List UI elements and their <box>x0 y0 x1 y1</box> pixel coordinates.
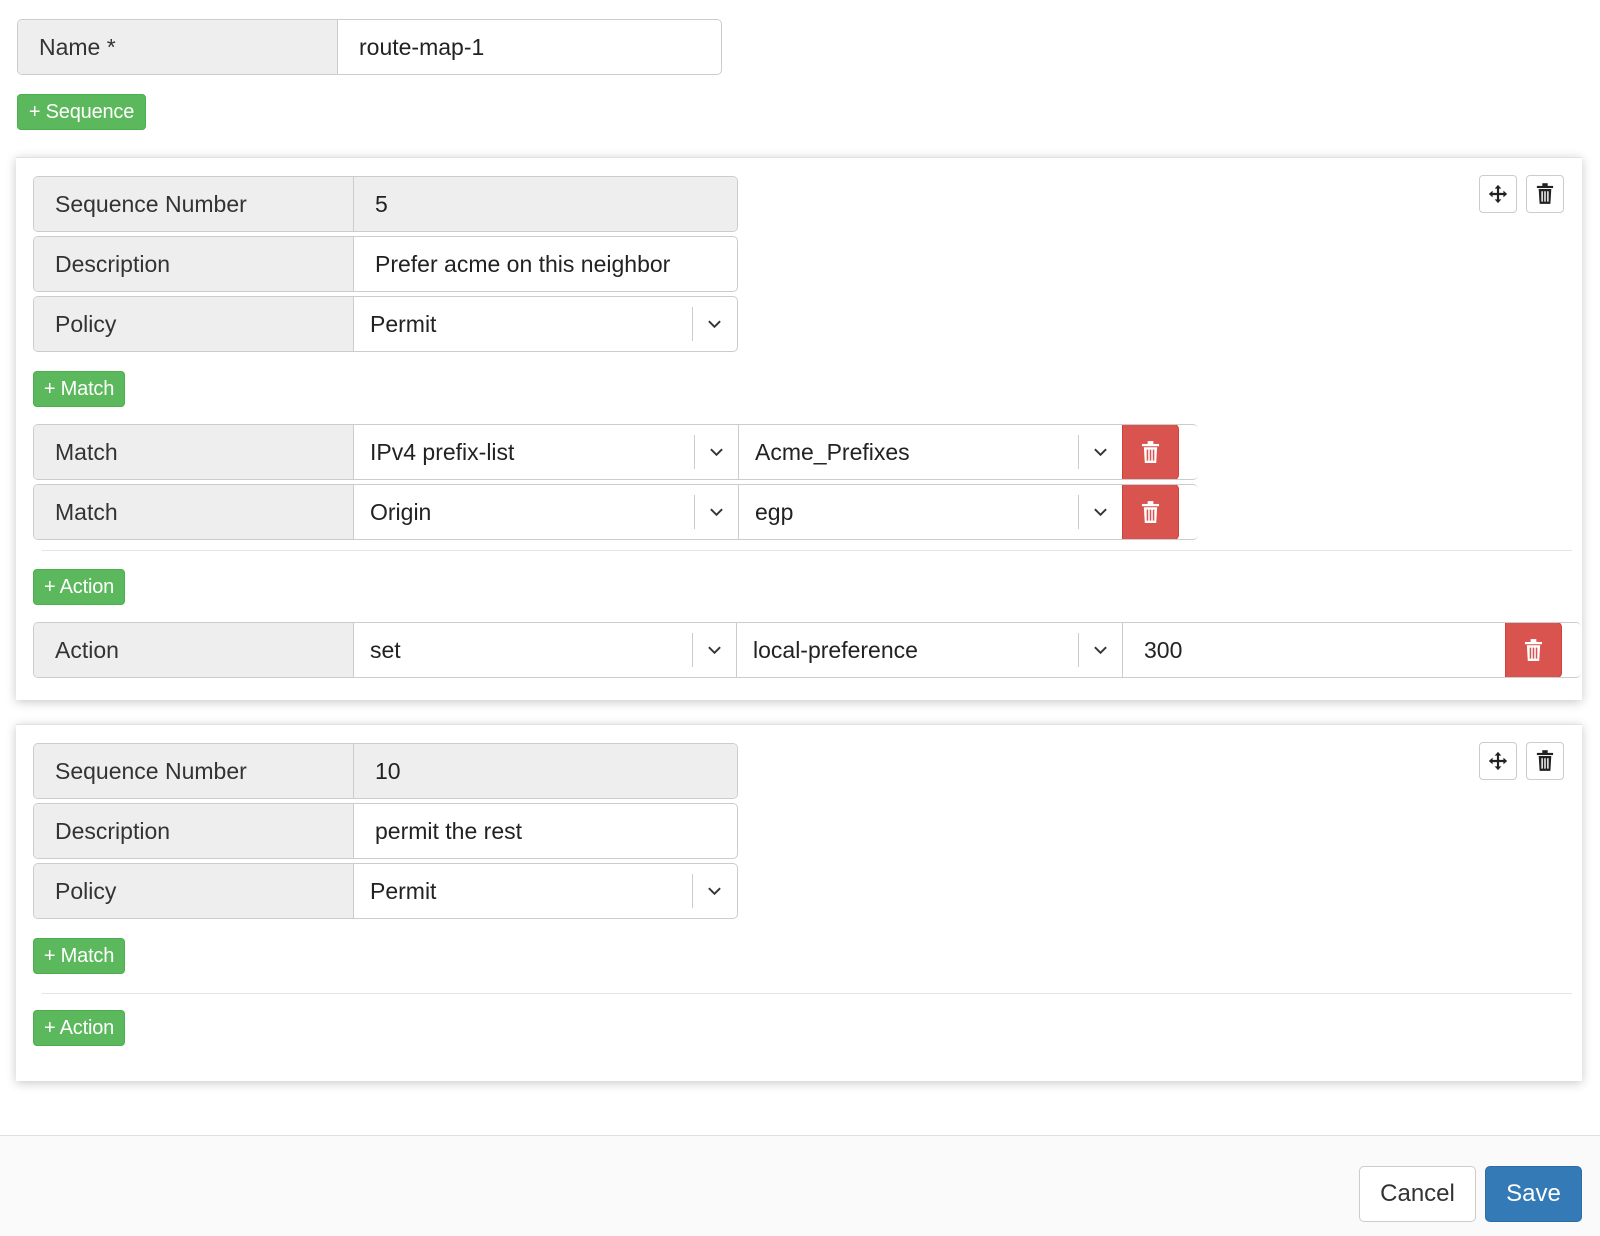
match-row: Match Origin egp <box>33 484 1198 540</box>
trash-icon <box>1536 183 1554 205</box>
sequence-number-field: Sequence Number 5 <box>33 176 738 232</box>
description-input[interactable]: permit the rest <box>354 804 737 858</box>
move-sequence-button[interactable] <box>1479 742 1517 780</box>
action-verb-select[interactable]: set <box>354 623 692 677</box>
move-sequence-button[interactable] <box>1479 175 1517 213</box>
modal-footer: Cancel Save <box>0 1135 1600 1236</box>
policy-field: Policy Permit <box>33 863 738 919</box>
sequence-panel: Sequence Number 10 Description permit th… <box>16 724 1582 1081</box>
chevron-down-icon <box>1093 645 1108 655</box>
chevron-down-icon <box>707 886 722 896</box>
add-action-button[interactable]: + Action <box>33 569 125 605</box>
chevron-down-icon <box>1093 507 1108 517</box>
policy-dropdown-toggle[interactable] <box>692 297 736 351</box>
trash-icon <box>1141 441 1160 464</box>
add-sequence-button[interactable]: + Sequence <box>17 94 146 130</box>
chevron-down-icon <box>709 447 724 457</box>
trash-icon <box>1536 750 1554 772</box>
section-divider <box>42 550 1572 551</box>
match-type-select[interactable]: IPv4 prefix-list <box>354 425 694 479</box>
trash-icon <box>1141 501 1160 524</box>
sequence-number-field: Sequence Number 10 <box>33 743 738 799</box>
name-label: Name * <box>18 20 338 74</box>
action-row: Action set local-preference 300 <box>33 622 1581 678</box>
name-input[interactable]: route-map-1 <box>338 20 721 74</box>
sequence-panel: Sequence Number 5 Description Prefer acm… <box>16 157 1582 700</box>
chevron-down-icon <box>707 319 722 329</box>
match-type-select[interactable]: Origin <box>354 485 694 539</box>
policy-label: Policy <box>34 297 354 351</box>
policy-dropdown-toggle[interactable] <box>692 864 736 918</box>
chevron-down-icon <box>709 507 724 517</box>
delete-match-button[interactable] <box>1122 485 1179 539</box>
chevron-down-icon <box>707 645 722 655</box>
description-label: Description <box>34 804 354 858</box>
section-divider <box>42 993 1572 994</box>
match-value-dropdown-toggle[interactable] <box>1078 485 1122 539</box>
add-match-button[interactable]: + Match <box>33 371 125 407</box>
action-verb-dropdown-toggle[interactable] <box>692 623 736 677</box>
match-value-select[interactable]: Acme_Prefixes <box>738 425 1078 479</box>
add-action-button[interactable]: + Action <box>33 1010 125 1046</box>
delete-match-button[interactable] <box>1122 425 1179 479</box>
delete-sequence-button[interactable] <box>1526 175 1564 213</box>
action-value-input[interactable]: 300 <box>1122 623 1505 677</box>
policy-label: Policy <box>34 864 354 918</box>
save-button[interactable]: Save <box>1485 1166 1582 1222</box>
match-label: Match <box>34 425 354 479</box>
sequence-number-input[interactable]: 10 <box>354 744 737 798</box>
trash-icon <box>1524 639 1543 662</box>
match-row: Match IPv4 prefix-list Acme_Prefixes <box>33 424 1198 480</box>
description-field: Description permit the rest <box>33 803 738 859</box>
name-field-group: Name * route-map-1 <box>17 19 722 75</box>
match-type-dropdown-toggle[interactable] <box>694 485 738 539</box>
policy-select[interactable]: Permit <box>354 864 692 918</box>
description-input[interactable]: Prefer acme on this neighbor <box>354 237 737 291</box>
sequence-number-label: Sequence Number <box>34 744 354 798</box>
match-type-dropdown-toggle[interactable] <box>694 425 738 479</box>
delete-action-button[interactable] <box>1505 623 1562 677</box>
description-field: Description Prefer acme on this neighbor <box>33 236 738 292</box>
description-label: Description <box>34 237 354 291</box>
policy-select[interactable]: Permit <box>354 297 692 351</box>
delete-sequence-button[interactable] <box>1526 742 1564 780</box>
chevron-down-icon <box>1093 447 1108 457</box>
sequence-number-label: Sequence Number <box>34 177 354 231</box>
policy-field: Policy Permit <box>33 296 738 352</box>
action-attribute-select[interactable]: local-preference <box>736 623 1078 677</box>
match-label: Match <box>34 485 354 539</box>
cancel-button[interactable]: Cancel <box>1359 1166 1476 1222</box>
match-value-dropdown-toggle[interactable] <box>1078 425 1122 479</box>
move-icon <box>1488 751 1508 771</box>
action-label: Action <box>34 623 354 677</box>
move-icon <box>1488 184 1508 204</box>
sequence-number-input[interactable]: 5 <box>354 177 737 231</box>
add-match-button[interactable]: + Match <box>33 938 125 974</box>
match-value-select[interactable]: egp <box>738 485 1078 539</box>
action-attribute-dropdown-toggle[interactable] <box>1078 623 1122 677</box>
